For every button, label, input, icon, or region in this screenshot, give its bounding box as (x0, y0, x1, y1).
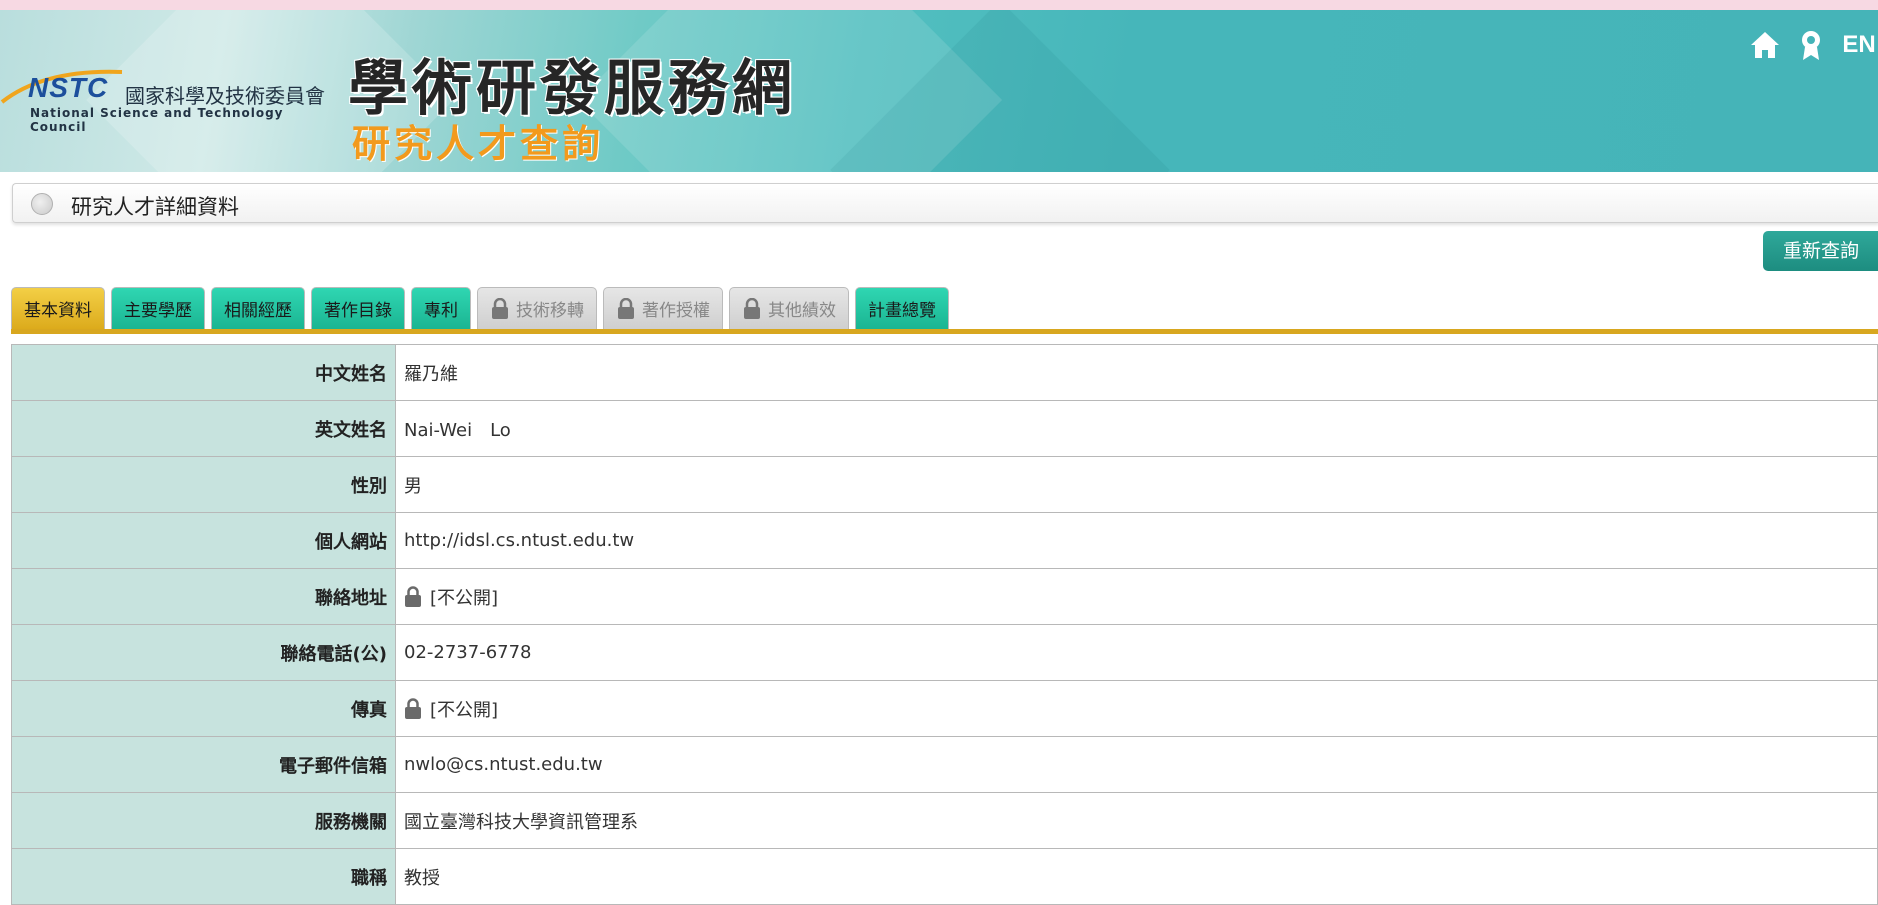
field-value: 02-2737-6778 (395, 624, 1878, 681)
field-value: 國立臺灣科技大學資訊管理系 (395, 792, 1878, 849)
tab-label: 技術移轉 (516, 301, 584, 321)
home-icon[interactable] (1748, 28, 1782, 62)
lock-icon (405, 697, 421, 719)
table-row: 傳真 [不公開] (11, 680, 1878, 737)
section-header: 研究人才詳細資料 (12, 183, 1878, 223)
logo-english-name: National Science and Technology Council (30, 106, 284, 134)
tab-label: 專利 (424, 301, 458, 321)
tab-label: 其他績效 (768, 301, 836, 321)
top-icon-bar: EN (1748, 28, 1878, 62)
table-row: 聯絡地址 [不公開] (11, 568, 1878, 625)
bullet-icon (31, 193, 53, 215)
field-label: 服務機關 (11, 792, 396, 849)
table-row: 服務機關 國立臺灣科技大學資訊管理系 (11, 792, 1878, 849)
lock-icon (742, 297, 762, 320)
tab-underline (11, 329, 1878, 334)
field-label: 電子郵件信箱 (11, 736, 396, 793)
field-label: 傳真 (11, 680, 396, 737)
tab-tech-transfer[interactable]: 技術移轉 (477, 287, 597, 329)
table-row: 聯絡電話(公) 02-2737-6778 (11, 624, 1878, 681)
tab-education[interactable]: 主要學歷 (111, 287, 205, 329)
tab-publications[interactable]: 著作目錄 (311, 287, 405, 329)
table-row: 中文姓名 羅乃維 (11, 344, 1878, 401)
nstc-logo[interactable]: NSTC 國家科學及技術委員會 National Science and Tec… (0, 58, 340, 134)
table-row: 電子郵件信箱 nwlo@cs.ntust.edu.tw (11, 736, 1878, 793)
hidden-value-text: [不公開] (430, 699, 499, 721)
tab-bar: 基本資料 主要學歷 相關經歷 著作目錄 專利 技術移轉 著作授權 其他績效 計畫… (11, 287, 949, 329)
field-value: 教授 (395, 848, 1878, 905)
hidden-value-text: [不公開] (430, 587, 499, 609)
field-value-locked: [不公開] (395, 568, 1878, 625)
tab-label: 計畫總覽 (868, 301, 936, 321)
field-value: Nai-Wei Lo (395, 400, 1878, 457)
site-banner: NSTC 國家科學及技術委員會 National Science and Tec… (0, 10, 1878, 172)
section-title: 研究人才詳細資料 (71, 195, 239, 219)
field-label: 職稱 (11, 848, 396, 905)
table-row: 英文姓名 Nai-Wei Lo (11, 400, 1878, 457)
lock-icon (490, 297, 510, 320)
field-label: 性別 (11, 456, 396, 513)
logo-chinese-name: 國家科學及技術委員會 (125, 84, 325, 108)
tab-label: 基本資料 (24, 301, 92, 321)
tab-project-overview[interactable]: 計畫總覽 (855, 287, 949, 329)
language-switch-en[interactable]: EN (1840, 28, 1878, 62)
tab-experience[interactable]: 相關經歷 (211, 287, 305, 329)
field-label: 聯絡地址 (11, 568, 396, 625)
field-value: 男 (395, 456, 1878, 513)
table-row: 職稱 教授 (11, 848, 1878, 905)
tab-licensing[interactable]: 著作授權 (603, 287, 723, 329)
table-row: 性別 男 (11, 456, 1878, 513)
site-subtitle: 研究人才查詢 (352, 122, 605, 166)
field-label: 聯絡電話(公) (11, 624, 396, 681)
award-icon[interactable] (1794, 28, 1828, 62)
basic-info-table: 中文姓名 羅乃維 英文姓名 Nai-Wei Lo 性別 男 個人網站 http:… (11, 344, 1878, 905)
tab-basic-info[interactable]: 基本資料 (11, 287, 105, 329)
tab-label: 相關經歷 (224, 301, 292, 321)
website-link[interactable]: http://idsl.cs.ntust.edu.tw (395, 512, 1878, 569)
logo-abbr: NSTC (28, 72, 109, 103)
lock-icon (405, 585, 421, 607)
field-value: 羅乃維 (395, 344, 1878, 401)
tab-patents[interactable]: 專利 (411, 287, 471, 329)
requery-button[interactable]: 重新查詢 (1763, 231, 1878, 271)
lock-icon (616, 297, 636, 320)
tab-label: 著作授權 (642, 301, 710, 321)
tab-label: 主要學歷 (124, 301, 192, 321)
field-label: 個人網站 (11, 512, 396, 569)
top-strip (0, 0, 1878, 10)
table-row: 個人網站 http://idsl.cs.ntust.edu.tw (11, 512, 1878, 569)
tab-label: 著作目錄 (324, 301, 392, 321)
email-value[interactable]: nwlo@cs.ntust.edu.tw (395, 736, 1878, 793)
tab-other-performance[interactable]: 其他績效 (729, 287, 849, 329)
field-label: 中文姓名 (11, 344, 396, 401)
field-label: 英文姓名 (11, 400, 396, 457)
field-value-locked: [不公開] (395, 680, 1878, 737)
